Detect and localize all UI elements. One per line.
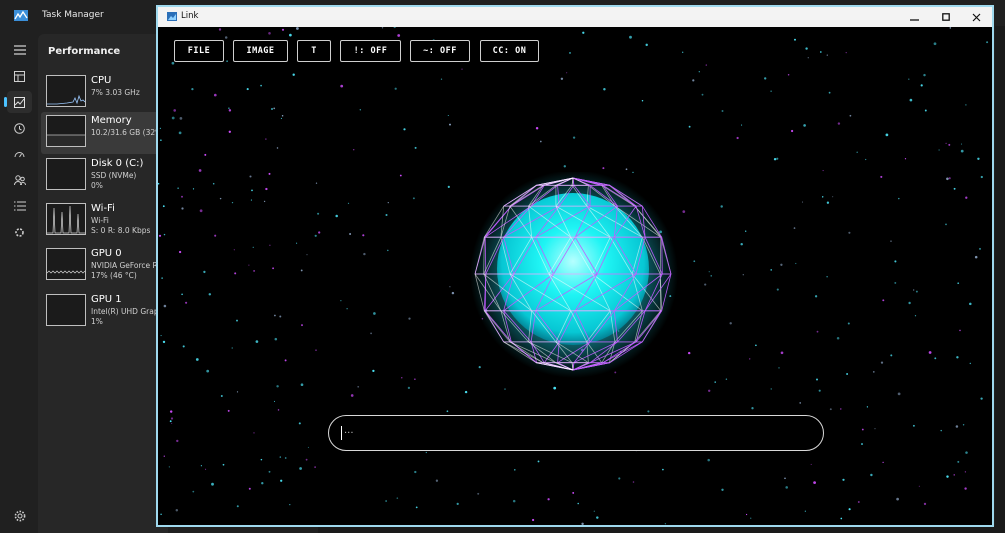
performance-panel: Performance CPU 7% 3.03 GHz Memory 10.2/… [38, 34, 168, 533]
performance-icon[interactable] [4, 91, 32, 113]
perf-item-detail: Wi-Fi [91, 216, 109, 225]
task-manager-logo-icon [14, 10, 28, 21]
users-icon[interactable] [7, 169, 32, 191]
maximize-icon[interactable] [930, 7, 961, 27]
background-window-edge [995, 26, 1005, 533]
bang-toggle-button[interactable]: !: OFF [340, 40, 401, 62]
perf-item-gpu0[interactable]: GPU 0 NVIDIA GeForce R 17% (46 °C) [41, 245, 168, 287]
perf-item-name: Wi-Fi [91, 203, 115, 214]
message-input[interactable]: ... [328, 415, 824, 451]
perf-item-name: Memory [91, 115, 132, 126]
perf-item-usage: 0% [91, 181, 103, 190]
wifi-graph [46, 203, 86, 235]
memory-graph [46, 115, 86, 147]
services-icon[interactable] [7, 221, 32, 243]
app-history-icon[interactable] [7, 117, 32, 139]
task-manager-title: Task Manager [42, 10, 104, 20]
hamburger-menu-icon[interactable] [7, 39, 32, 61]
link-app-icon [167, 12, 177, 21]
background-status-bar [318, 526, 1005, 533]
message-input-value: ... [344, 425, 354, 436]
perf-item-wifi[interactable]: Wi-Fi Wi-Fi S: 0 R: 8.0 Kbps [41, 200, 168, 242]
performance-title: Performance [48, 46, 121, 57]
perf-item-detail: 7% 3.03 GHz [91, 88, 140, 97]
perf-item-name: GPU 0 [91, 248, 122, 259]
tilde-toggle-button[interactable]: ~: OFF [410, 40, 470, 62]
perf-item-name: CPU [91, 75, 112, 86]
cpu-graph [46, 75, 86, 107]
perf-item-usage: 1% [91, 317, 103, 326]
perf-item-cpu[interactable]: CPU 7% 3.03 GHz [41, 72, 168, 114]
link-window-title: Link [181, 11, 199, 21]
minimize-icon[interactable] [899, 7, 930, 27]
perf-item-detail: Intel(R) UHD Grap [91, 307, 159, 316]
settings-gear-icon[interactable] [7, 505, 32, 527]
glowing-orb [470, 172, 678, 378]
details-icon[interactable] [7, 195, 32, 217]
link-canvas: FILE IMAGE T !: OFF ~: OFF CC: ON ... [158, 27, 992, 525]
startup-apps-icon[interactable] [7, 143, 32, 165]
gpu1-graph [46, 294, 86, 326]
perf-item-name: GPU 1 [91, 294, 122, 305]
text-cursor [341, 426, 342, 440]
perf-item-detail: 10.2/31.6 GB (32%) [91, 128, 166, 137]
link-window: Link FILE IMAGE T !: OFF ~: OFF CC: ON .… [156, 5, 994, 527]
perf-item-disk[interactable]: Disk 0 (C:) SSD (NVMe) 0% [41, 155, 168, 197]
processes-icon[interactable] [7, 65, 32, 87]
gpu0-graph [46, 248, 86, 280]
perf-item-usage: 17% (46 °C) [91, 271, 137, 280]
file-button[interactable]: FILE [174, 40, 224, 62]
link-titlebar[interactable]: Link [158, 7, 992, 27]
image-button[interactable]: IMAGE [233, 40, 288, 62]
text-mode-button[interactable]: T [297, 40, 331, 62]
task-manager-nav-rail [0, 34, 38, 533]
perf-item-gpu1[interactable]: GPU 1 Intel(R) UHD Grap 1% [41, 291, 168, 333]
perf-item-memory[interactable]: Memory 10.2/31.6 GB (32%) [41, 112, 168, 154]
perf-item-detail: SSD (NVMe) [91, 171, 137, 180]
cc-toggle-button[interactable]: CC: ON [480, 40, 539, 62]
perf-item-detail: NVIDIA GeForce R [91, 261, 158, 270]
disk-graph [46, 158, 86, 190]
perf-item-name: Disk 0 (C:) [91, 158, 144, 169]
close-icon[interactable] [961, 7, 992, 27]
perf-item-usage: S: 0 R: 8.0 Kbps [91, 226, 151, 235]
